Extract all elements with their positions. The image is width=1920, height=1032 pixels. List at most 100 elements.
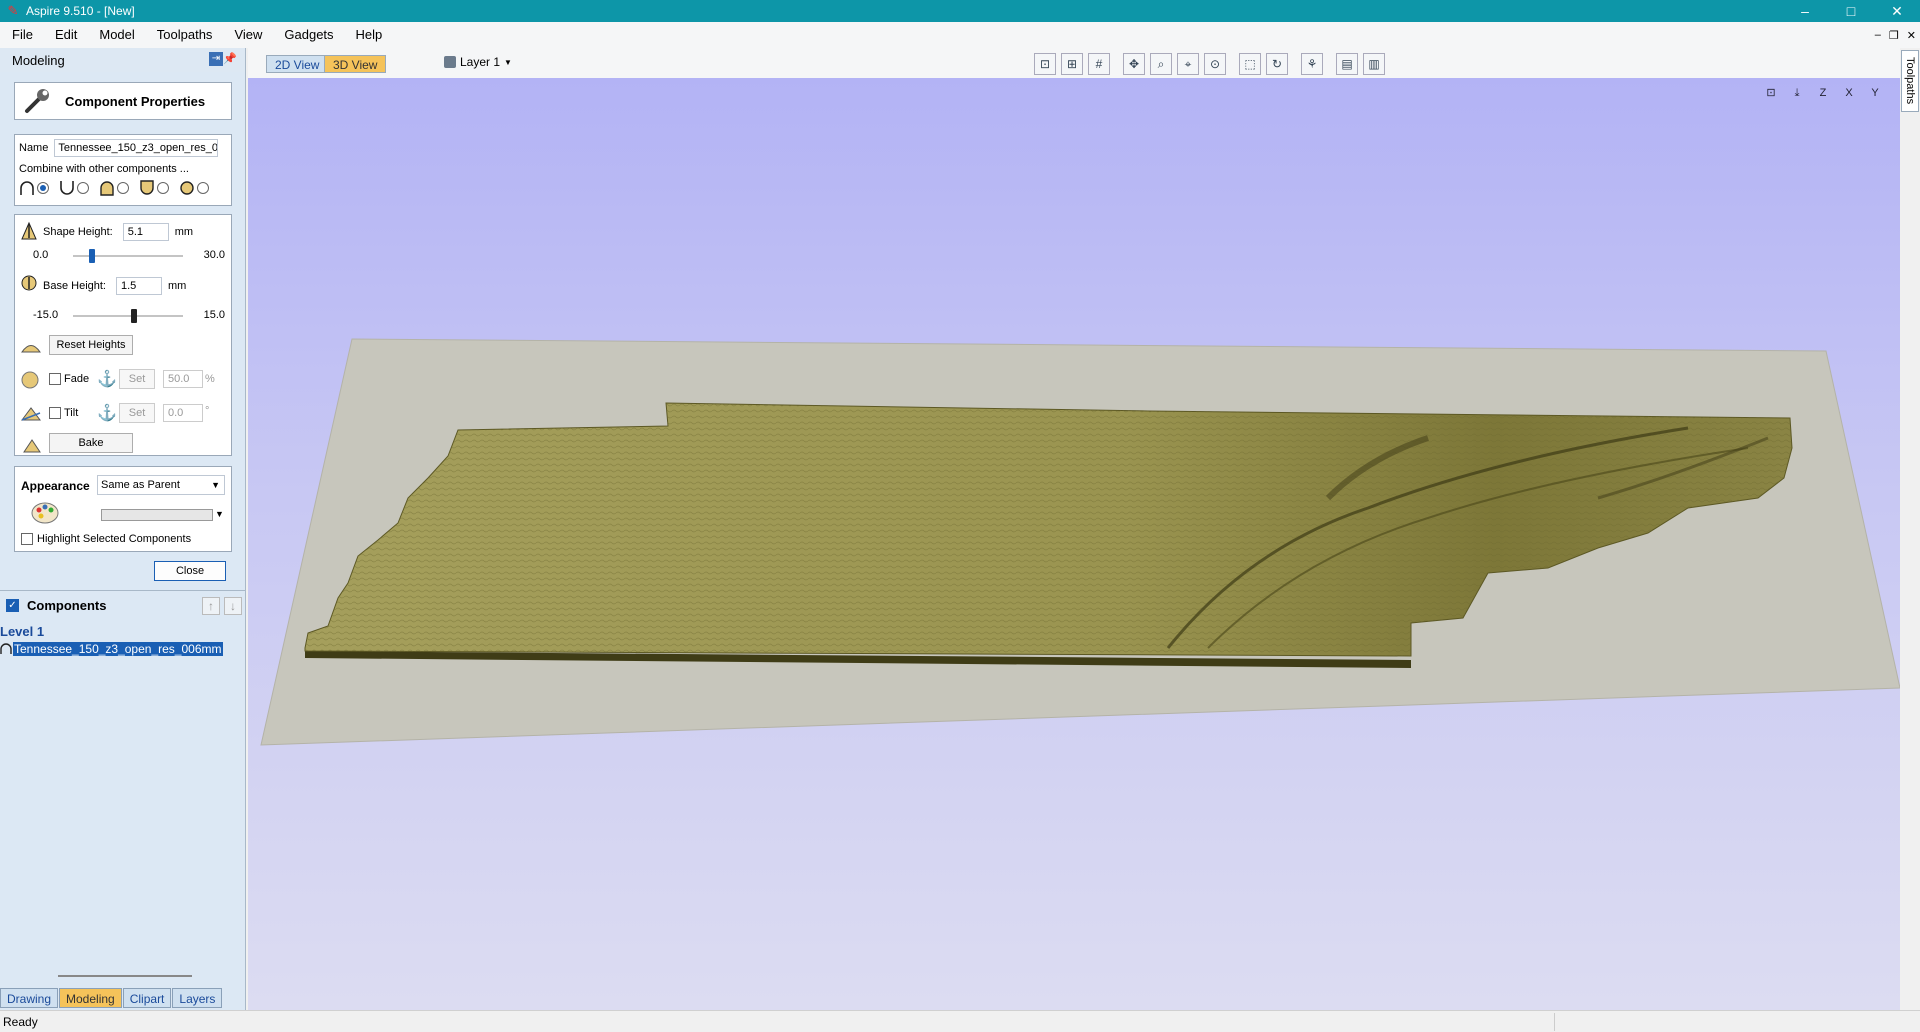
view-x-icon[interactable]: X	[1840, 84, 1858, 102]
tilt-value-input[interactable]: 0.0	[163, 404, 203, 422]
dock-icon[interactable]: ⇥	[209, 52, 223, 66]
grid-icon[interactable]: #	[1088, 53, 1110, 75]
merge-high-icon	[100, 181, 114, 196]
view-z-icon[interactable]: Z	[1814, 84, 1832, 102]
tab-toolpaths[interactable]: Toolpaths	[1901, 50, 1919, 112]
bake-icon	[23, 437, 41, 456]
fade-checkbox[interactable]	[49, 373, 61, 385]
iso-view-icon[interactable]: ⤓	[1788, 84, 1806, 102]
snap-grid-icon[interactable]: ⊞	[1061, 53, 1083, 75]
pan-icon[interactable]: ✥	[1123, 53, 1145, 75]
tilt-set-button[interactable]: Set	[119, 403, 155, 423]
3d-viewport[interactable]: ⊡ ⤓ Z X Y	[248, 78, 1900, 1010]
reset-heights-button[interactable]: Reset Heights	[49, 335, 133, 355]
minimize-button[interactable]: –	[1782, 0, 1828, 22]
pin-icon[interactable]: 📌	[223, 52, 237, 65]
zoom-to-box-icon[interactable]: ⊡	[1034, 53, 1056, 75]
menu-gadgets[interactable]: Gadgets	[272, 22, 343, 48]
combine-low-radio[interactable]	[157, 182, 169, 194]
tab-drawing[interactable]: Drawing	[0, 988, 59, 1008]
transform-mode-icon[interactable]: ↻	[1266, 53, 1288, 75]
zoom-selected-icon[interactable]: ⊙	[1204, 53, 1226, 75]
shape-height-slider[interactable]: 0.0 30.0	[33, 247, 227, 263]
tab-modeling[interactable]: Modeling	[59, 988, 122, 1008]
combine-multiply-radio[interactable]	[197, 182, 209, 194]
move-up-icon[interactable]: ↑	[202, 597, 220, 615]
tree-item[interactable]: Tennessee_150_z3_open_res_006mm	[0, 642, 223, 656]
tree-level[interactable]: Level 1	[0, 624, 44, 639]
window-title: Aspire 9.510 - [New]	[26, 4, 135, 18]
fade-value-input[interactable]: 50.0	[163, 370, 203, 388]
components-checkbox[interactable]: ✓	[6, 599, 19, 612]
tilt-unit: °	[205, 405, 210, 417]
combine-add-radio[interactable]	[37, 182, 49, 194]
color-chevron-icon[interactable]: ▼	[215, 509, 224, 519]
component-properties-title: Component Properties	[65, 93, 206, 109]
appearance-select[interactable]: Same as Parent ▼	[97, 475, 225, 495]
shape-height-thumb[interactable]	[88, 249, 95, 263]
fade-icon	[21, 371, 39, 392]
appearance-section: Appearance Same as Parent ▼ ▼ Highlight …	[14, 466, 232, 552]
shape-height-min: 0.0	[33, 249, 49, 261]
tab-3d-view[interactable]: 3D View	[324, 55, 387, 73]
color-picker[interactable]	[101, 509, 213, 521]
select-mode-icon[interactable]: ⬚	[1239, 53, 1261, 75]
shape-height-max: 30.0	[203, 249, 225, 261]
menu-view[interactable]: View	[222, 22, 272, 48]
view-fit-icon[interactable]: ⊡	[1762, 84, 1780, 102]
tab-layers[interactable]: Layers	[172, 988, 223, 1008]
shape-height-label: Shape Height:	[43, 226, 113, 238]
tilt-label: Tilt	[64, 407, 79, 419]
maximize-button[interactable]: □	[1828, 0, 1874, 22]
name-input[interactable]	[54, 139, 219, 157]
menu-file[interactable]: File	[0, 22, 43, 48]
zoom-extents-icon[interactable]: ⌖	[1177, 53, 1199, 75]
menu-edit[interactable]: Edit	[43, 22, 87, 48]
base-height-slider[interactable]: -15.0 15.0	[33, 307, 227, 323]
component-properties-header: Component Properties	[14, 82, 232, 120]
doc-close-button[interactable]: ✕	[1907, 29, 1916, 42]
tilt-checkbox[interactable]	[49, 407, 61, 419]
chevron-down-icon: ▼	[504, 57, 512, 67]
subtract-combine-icon	[60, 181, 74, 195]
reset-heights-icon	[21, 339, 41, 356]
toolpaths-strip: Toolpaths	[1900, 48, 1920, 1010]
tab-2d-view[interactable]: 2D View	[266, 55, 329, 73]
render-icon[interactable]: ⚘	[1301, 53, 1323, 75]
split-horizontal-icon[interactable]: ▤	[1336, 53, 1358, 75]
shape-height-input[interactable]	[122, 223, 169, 241]
tilt-anchor-icon[interactable]: ⚓	[97, 403, 117, 423]
base-height-input[interactable]	[115, 277, 162, 295]
bake-button[interactable]: Bake	[49, 433, 133, 453]
split-vertical-icon[interactable]: ▥	[1363, 53, 1385, 75]
shape-height-icon	[19, 221, 39, 244]
component-name: Tennessee_150_z3_open_res_006mm	[13, 642, 223, 656]
menu-help[interactable]: Help	[344, 22, 393, 48]
tab-clipart[interactable]: Clipart	[122, 988, 172, 1008]
base-height-thumb[interactable]	[130, 309, 137, 323]
menu-toolpaths[interactable]: Toolpaths	[145, 22, 223, 48]
zoom-icon[interactable]: ⌕	[1150, 53, 1172, 75]
height-section: Shape Height: mm 0.0 30.0 Base Height: m…	[14, 214, 232, 456]
fade-anchor-icon[interactable]: ⚓	[97, 369, 117, 389]
layer-selector[interactable]: Layer 1 ▼	[444, 55, 512, 69]
close-window-button[interactable]: ✕	[1874, 0, 1920, 22]
combine-high-radio[interactable]	[117, 182, 129, 194]
shape-height-unit: mm	[174, 226, 194, 238]
combine-subtract-radio[interactable]	[77, 182, 89, 194]
add-combine-icon	[0, 643, 12, 654]
view-y-icon[interactable]: Y	[1866, 84, 1884, 102]
horizontal-scrollbar[interactable]	[58, 975, 192, 977]
status-text: Ready	[3, 1015, 38, 1029]
multiply-combine-icon	[180, 181, 194, 195]
base-height-unit: mm	[167, 280, 187, 292]
doc-minimize-button[interactable]: –	[1875, 29, 1881, 41]
menu-model[interactable]: Model	[87, 22, 144, 48]
components-header: ✓ Components ↑ ↓	[0, 590, 246, 620]
panel-header: Modeling ⇥ 📌	[0, 48, 245, 72]
move-down-icon[interactable]: ↓	[224, 597, 242, 615]
fade-set-button[interactable]: Set	[119, 369, 155, 389]
close-button[interactable]: Close	[154, 561, 226, 581]
doc-restore-button[interactable]: ❐	[1889, 29, 1899, 42]
highlight-checkbox[interactable]	[21, 533, 33, 545]
